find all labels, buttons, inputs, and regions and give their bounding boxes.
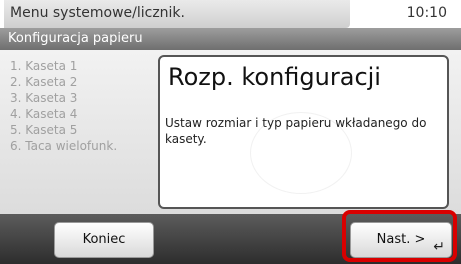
menu-title: Menu systemowe/licznik. xyxy=(10,5,185,21)
step-list: 1. Kaseta 1 2. Kaseta 2 3. Kaseta 3 4. K… xyxy=(10,58,117,154)
clock: 10:10 xyxy=(406,5,447,21)
screen: Menu systemowe/licznik. 10:10 Konfigurac… xyxy=(0,0,461,264)
step-item: 5. Kaseta 5 xyxy=(10,123,78,137)
status-bar: Menu systemowe/licznik. 10:10 xyxy=(0,0,461,28)
content-area: 1. Kaseta 1 2. Kaseta 2 3. Kaseta 3 4. K… xyxy=(0,50,461,214)
subtitle-bar: Konfiguracja papieru xyxy=(0,28,461,50)
step-item: 3. Kaseta 3 xyxy=(10,91,78,105)
info-panel: Rozp. konfiguracji Ustaw rozmiar i typ p… xyxy=(158,55,449,209)
end-button-label: Koniec xyxy=(82,232,126,247)
panel-description: Ustaw rozmiar i typ papieru wkładanego d… xyxy=(165,116,427,146)
end-button[interactable]: Koniec xyxy=(54,222,154,258)
step-item: 2. Kaseta 2 xyxy=(10,75,78,89)
step-item: 6. Taca wielofunk. xyxy=(10,139,118,153)
step-item: 1. Kaseta 1 xyxy=(10,59,78,73)
step-item: 4. Kaseta 4 xyxy=(10,107,78,121)
next-button-highlight xyxy=(342,210,457,262)
page-subtitle: Konfiguracja papieru xyxy=(8,31,143,46)
panel-heading: Rozp. konfiguracji xyxy=(168,63,381,91)
